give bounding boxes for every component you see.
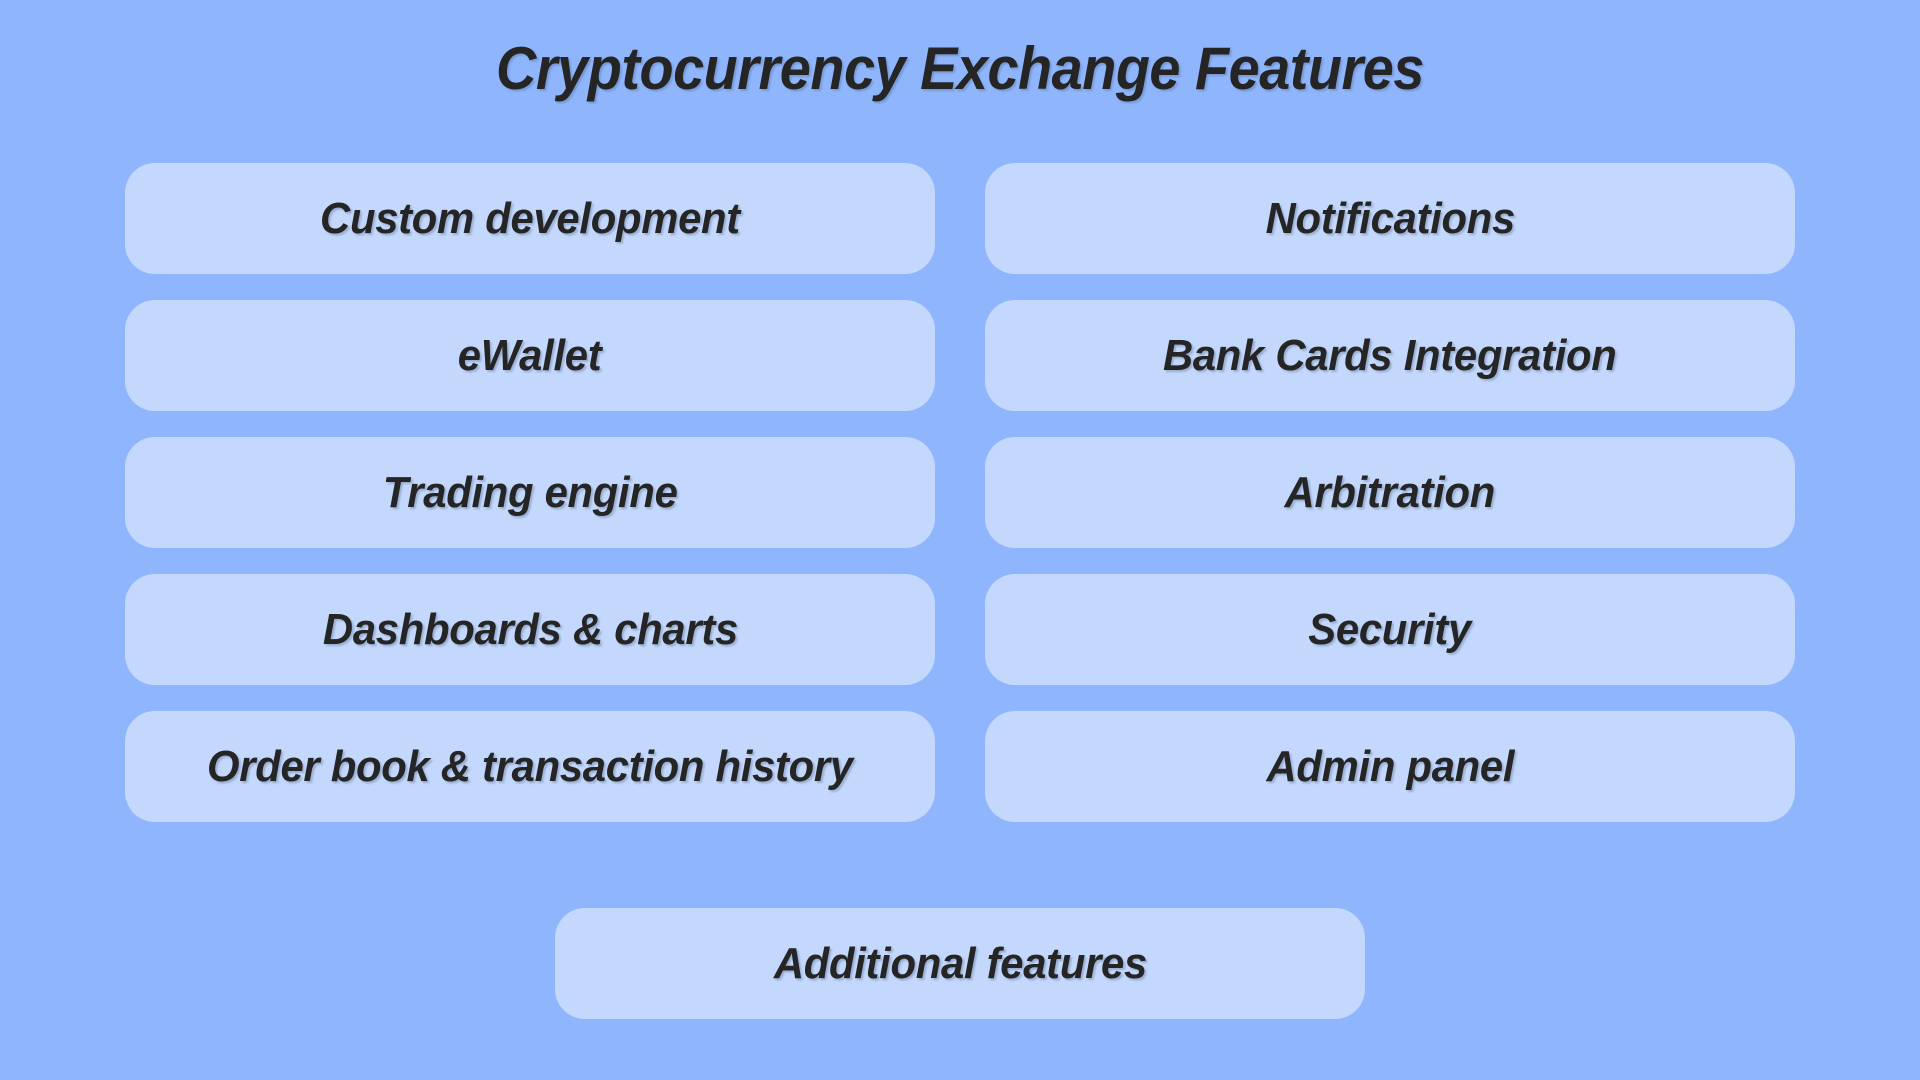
feature-card-label: Bank Cards Integration	[1163, 330, 1617, 380]
feature-card-ewallet[interactable]: eWallet	[125, 300, 935, 411]
feature-card-label: Security	[1308, 604, 1472, 654]
footer-card-row: Additional features	[0, 908, 1920, 1019]
feature-card-security[interactable]: Security	[985, 574, 1795, 685]
feature-card-label: Notifications	[1265, 193, 1515, 243]
feature-card-trading-engine[interactable]: Trading engine	[125, 437, 935, 548]
feature-card-custom-development[interactable]: Custom development	[125, 163, 935, 274]
feature-card-notifications[interactable]: Notifications	[985, 163, 1795, 274]
feature-card-arbitration[interactable]: Arbitration	[985, 437, 1795, 548]
feature-card-label: Dashboards & charts	[322, 604, 738, 654]
feature-card-label: Trading engine	[382, 467, 678, 517]
feature-card-grid: Custom development Notifications eWallet…	[125, 163, 1795, 822]
feature-card-dashboards-and-charts[interactable]: Dashboards & charts	[125, 574, 935, 685]
feature-card-label: Arbitration	[1284, 467, 1496, 517]
slide-canvas: Cryptocurrency Exchange Features Custom …	[0, 0, 1920, 1080]
feature-card-bank-cards-integration[interactable]: Bank Cards Integration	[985, 300, 1795, 411]
feature-card-label: eWallet	[458, 330, 602, 380]
feature-card-label: Admin panel	[1266, 741, 1514, 791]
feature-card-order-book-and-transaction-history[interactable]: Order book & transaction history	[125, 711, 935, 822]
feature-card-additional-features[interactable]: Additional features	[555, 908, 1365, 1019]
feature-card-admin-panel[interactable]: Admin panel	[985, 711, 1795, 822]
feature-card-label: Additional features	[773, 938, 1147, 988]
page-title: Cryptocurrency Exchange Features	[496, 35, 1424, 102]
feature-card-label: Order book & transaction history	[207, 741, 853, 791]
feature-card-label: Custom development	[320, 193, 740, 243]
